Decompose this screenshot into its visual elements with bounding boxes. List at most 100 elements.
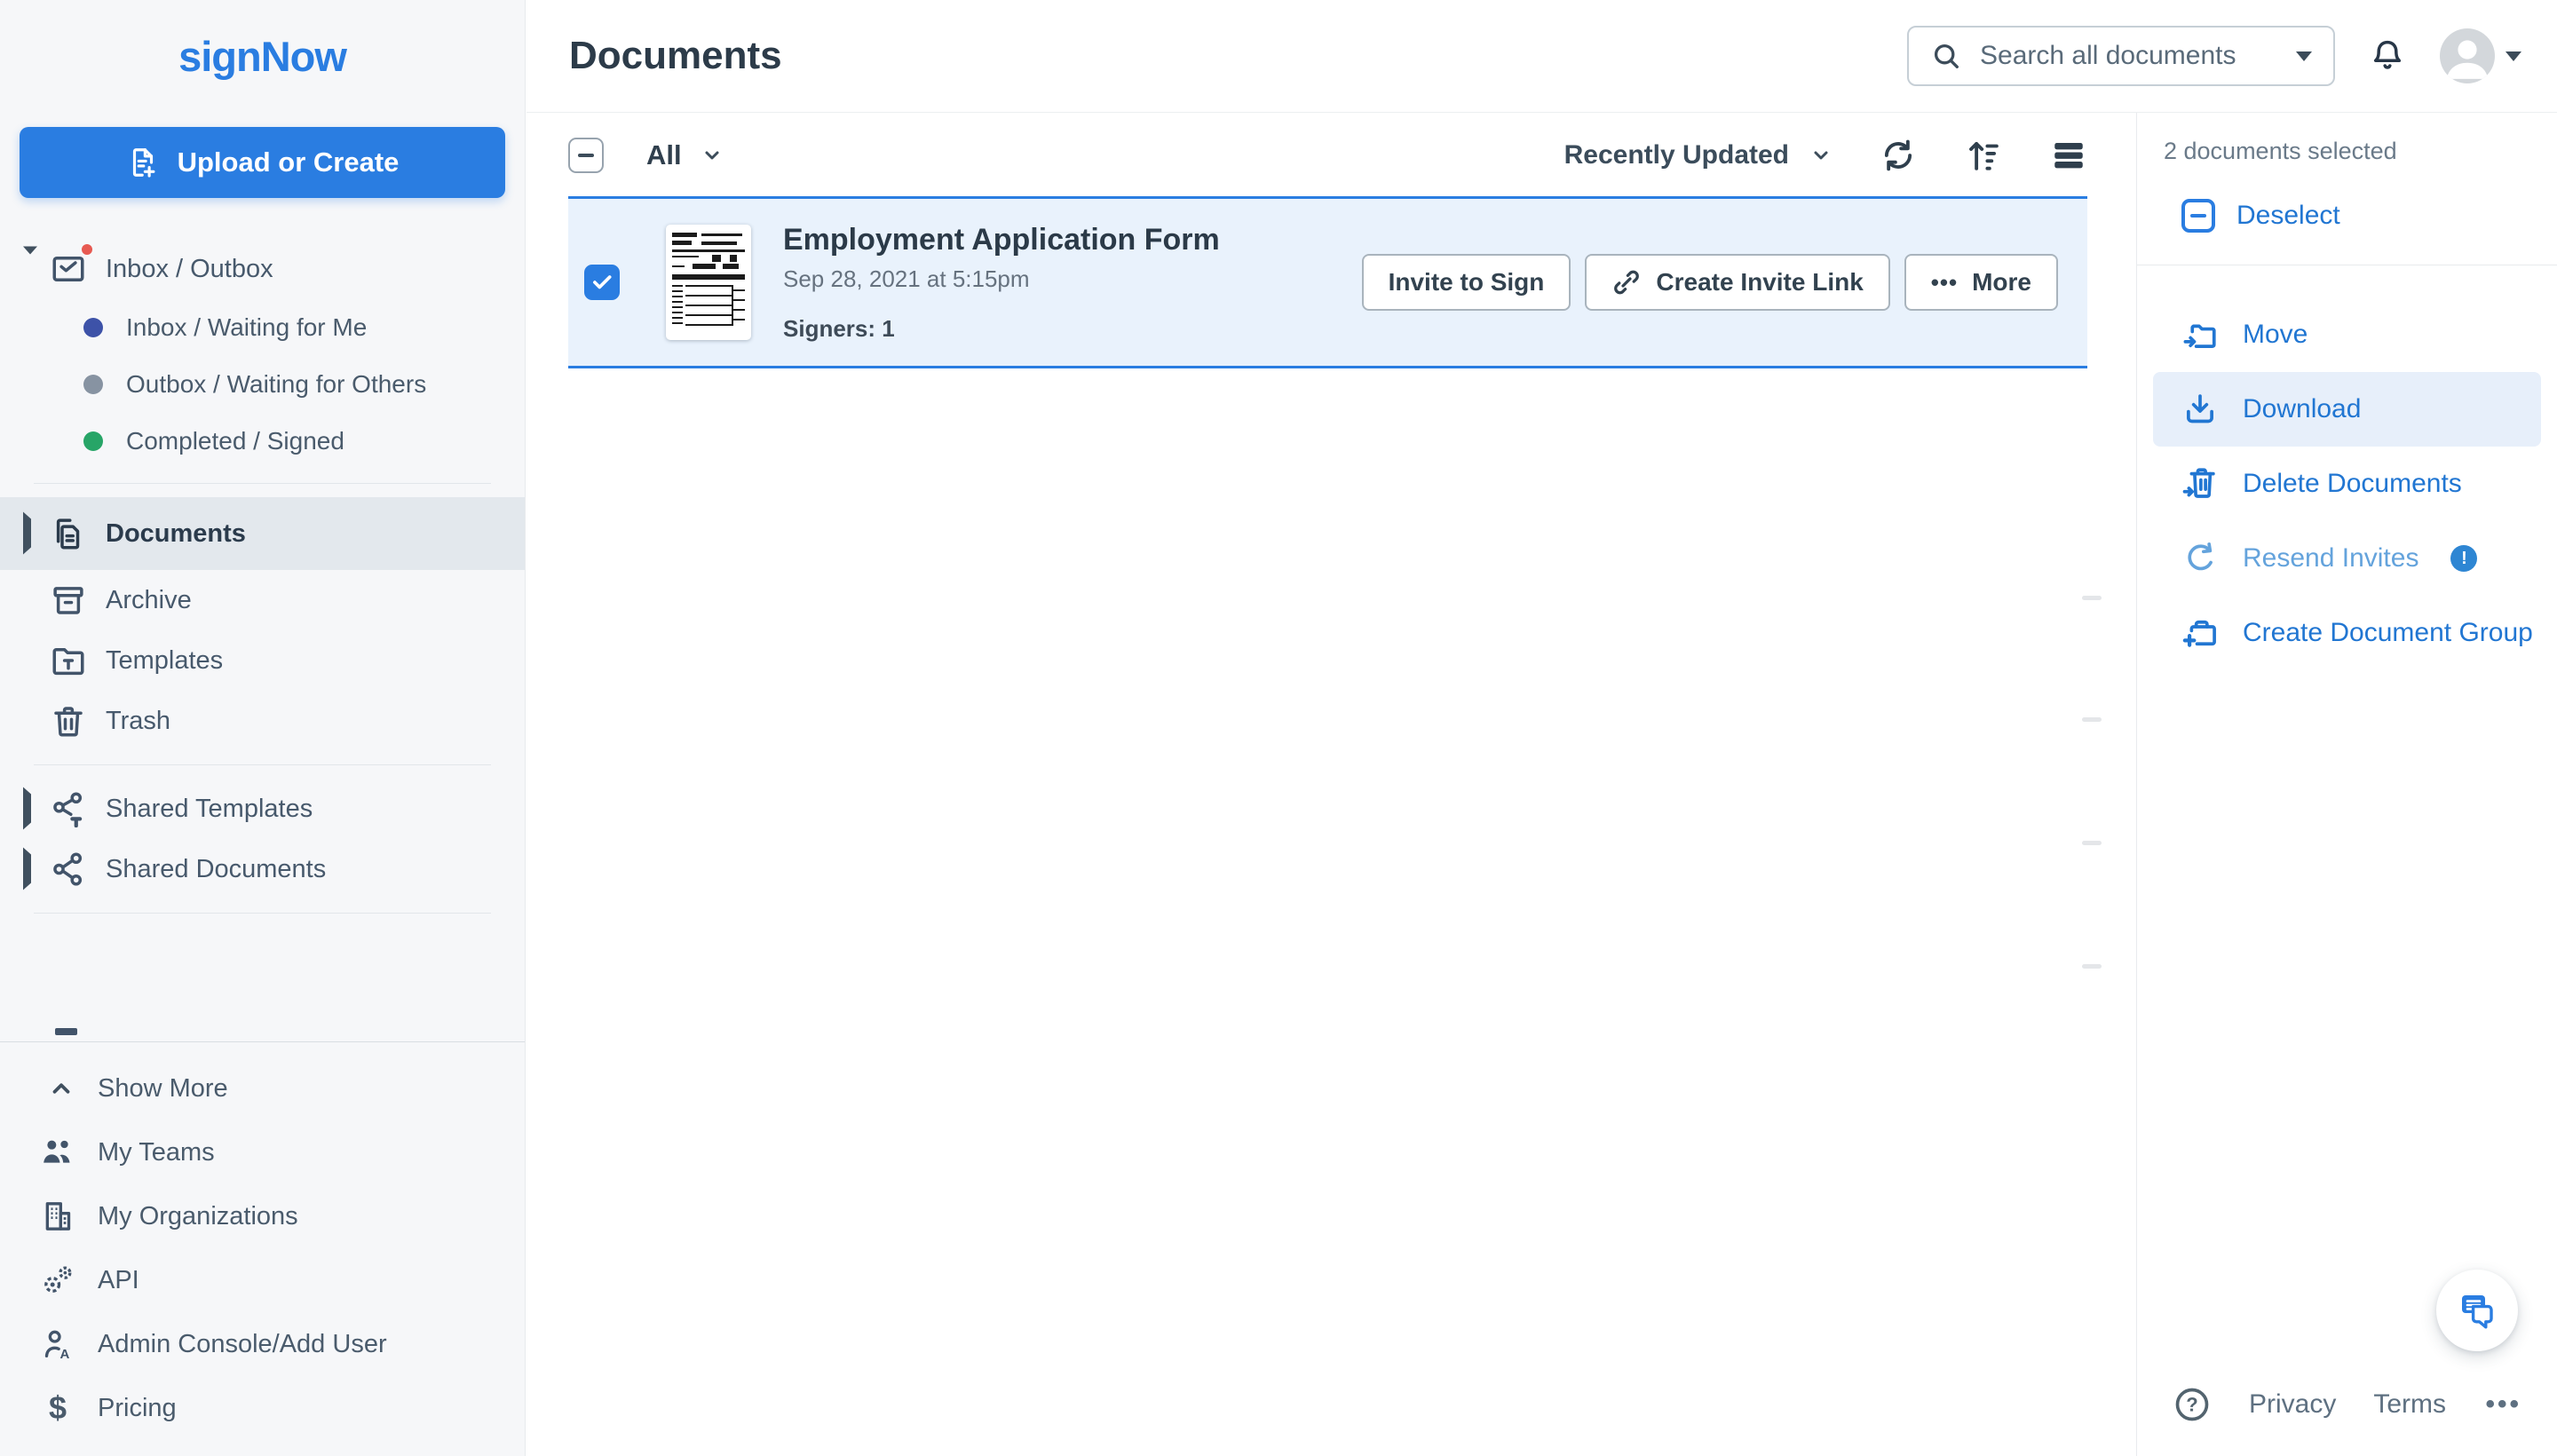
sidebar-item-archive[interactable]: Archive [0, 570, 525, 630]
user-admin-icon: A [37, 1326, 78, 1362]
clipped-icon [55, 1028, 77, 1035]
chevron-collapsed-icon[interactable] [23, 519, 31, 549]
sidebar-item-inbox-outbox[interactable]: Inbox / Outbox [0, 239, 525, 299]
divider [34, 913, 491, 914]
sort-label: Recently Updated [1564, 140, 1789, 170]
sidebar-item-admin-console[interactable]: A Admin Console/Add User [0, 1312, 525, 1376]
sidebar-nav: Inbox / Outbox Inbox / Waiting for Me Ou… [0, 239, 525, 914]
filter-dropdown[interactable]: All [646, 139, 723, 171]
envelope-icon [49, 250, 88, 288]
privacy-link[interactable]: Privacy [2249, 1389, 2336, 1420]
list-placeholder-dash [2082, 841, 2102, 845]
bulk-actions: Move Download [2153, 297, 2541, 670]
list-placeholder-dash [2082, 964, 2102, 969]
chevron-down-icon [701, 145, 723, 166]
notification-dot [79, 241, 95, 257]
deselect-button[interactable]: Deselect [2164, 199, 2530, 233]
selection-panel: 2 documents selected Deselect Move [2136, 113, 2557, 1456]
document-title[interactable]: Employment Application Form [783, 223, 1220, 257]
users-icon [37, 1135, 78, 1170]
sidebar-item-label: Archive [106, 586, 192, 615]
sidebar-item-pricing[interactable]: $ Pricing [0, 1376, 525, 1440]
account-caret-icon [2506, 51, 2521, 61]
list-view-icon[interactable] [2050, 137, 2087, 174]
refresh-icon[interactable] [1880, 137, 1917, 174]
sort-amount-icon[interactable] [1965, 137, 2002, 174]
svg-text:A: A [60, 1347, 70, 1362]
sidebar-item-shared-templates[interactable]: Shared Templates [0, 779, 525, 839]
link-icon [1611, 267, 1642, 297]
sidebar-footer: Show More My Teams My Organizations [0, 1041, 525, 1456]
sidebar-item-my-teams[interactable]: My Teams [0, 1120, 525, 1184]
sidebar-item-api[interactable]: API [0, 1248, 525, 1312]
chevron-expanded-icon[interactable] [23, 255, 37, 284]
select-all-checkbox[interactable] [568, 138, 604, 173]
filter-label: All [646, 139, 682, 171]
sidebar-item-label: Completed / Signed [126, 427, 344, 455]
sidebar-item-documents[interactable]: Documents [0, 497, 525, 570]
action-label: Create Document Group [2243, 618, 2533, 648]
row-checkbox[interactable] [584, 265, 620, 300]
search-input[interactable]: Search all documents [1907, 26, 2335, 86]
share-template-icon [49, 790, 88, 827]
header-right: Search all documents [1907, 26, 2521, 86]
action-label: Move [2243, 320, 2308, 350]
move-action[interactable]: Move [2153, 297, 2541, 372]
sidebar-item-label: Admin Console/Add User [98, 1330, 387, 1359]
archive-box-icon [49, 582, 88, 619]
more-button[interactable]: ••• More [1904, 254, 2058, 311]
document-row[interactable]: Employment Application Form Sep 28, 2021… [568, 196, 2087, 368]
svg-text:?: ? [2186, 1394, 2197, 1416]
sidebar-item-label: Documents [106, 519, 246, 549]
delete-documents-action[interactable]: Delete Documents [2153, 447, 2541, 521]
chevron-collapsed-icon[interactable] [23, 795, 31, 824]
sidebar-item-trash[interactable]: Trash [0, 691, 525, 751]
sidebar-item-templates[interactable]: Templates [0, 630, 525, 691]
avatar[interactable] [2440, 28, 2495, 83]
button-label: Invite to Sign [1389, 268, 1545, 297]
footer-more-icon[interactable]: ••• [2485, 1389, 2521, 1420]
resend-icon [2181, 540, 2220, 577]
signnow-logo[interactable]: signNow [178, 32, 346, 81]
list-placeholder-dash [2082, 717, 2102, 722]
move-folder-icon [2181, 316, 2220, 353]
alert-badge-icon[interactable]: ! [2450, 545, 2477, 572]
sidebar-item-completed-signed[interactable]: Completed / Signed [0, 413, 525, 470]
download-action[interactable]: Download [2153, 372, 2541, 447]
chevron-collapsed-icon[interactable] [23, 855, 31, 884]
terms-link[interactable]: Terms [2373, 1389, 2446, 1420]
resend-invites-action[interactable]: Resend Invites ! [2153, 521, 2541, 596]
help-icon[interactable]: ? [2173, 1385, 2212, 1424]
document-info: Employment Application Form Sep 28, 2021… [783, 223, 1220, 343]
list-toolbar: All Recently Updated [568, 127, 2087, 184]
account-menu[interactable] [2440, 28, 2521, 83]
sort-order-dropdown[interactable]: Recently Updated [1564, 140, 1832, 170]
search-dropdown-caret-icon[interactable] [2296, 51, 2312, 61]
sidebar-item-shared-documents[interactable]: Shared Documents [0, 839, 525, 899]
notifications-bell-icon[interactable] [2369, 37, 2406, 75]
create-document-group-action[interactable]: Create Document Group [2153, 596, 2541, 670]
button-label: More [1972, 268, 2031, 297]
sidebar-item-outbox-waiting-for-others[interactable]: Outbox / Waiting for Others [0, 356, 525, 413]
panel-footer: ? Privacy Terms ••• [2173, 1385, 2521, 1424]
sidebar-item-label: Inbox / Waiting for Me [126, 313, 367, 342]
selection-status: 2 documents selected [2164, 138, 2530, 165]
list-placeholder-dash [2082, 596, 2102, 600]
create-invite-link-button[interactable]: Create Invite Link [1585, 254, 1889, 311]
deselect-label: Deselect [2236, 201, 2340, 231]
invite-to-sign-button[interactable]: Invite to Sign [1362, 254, 1571, 311]
chat-fab-button[interactable] [2436, 1270, 2518, 1351]
upload-or-create-button[interactable]: Upload or Create [20, 127, 505, 198]
document-thumbnail[interactable] [666, 225, 751, 340]
outbox-status-dot [83, 375, 103, 394]
sidebar-item-inbox-waiting-for-me[interactable]: Inbox / Waiting for Me [0, 299, 525, 356]
documents-stack-icon [49, 515, 88, 552]
main-content: Documents Search all documents [526, 0, 2557, 1456]
sidebar-item-my-organizations[interactable]: My Organizations [0, 1184, 525, 1248]
chevron-up-icon [37, 1075, 78, 1102]
show-more-button[interactable]: Show More [0, 1056, 525, 1120]
sidebar-item-label: Pricing [98, 1394, 177, 1423]
action-label: Resend Invites [2243, 543, 2418, 574]
sidebar-item-label: Trash [106, 707, 170, 736]
chevron-down-icon [1810, 145, 1832, 166]
